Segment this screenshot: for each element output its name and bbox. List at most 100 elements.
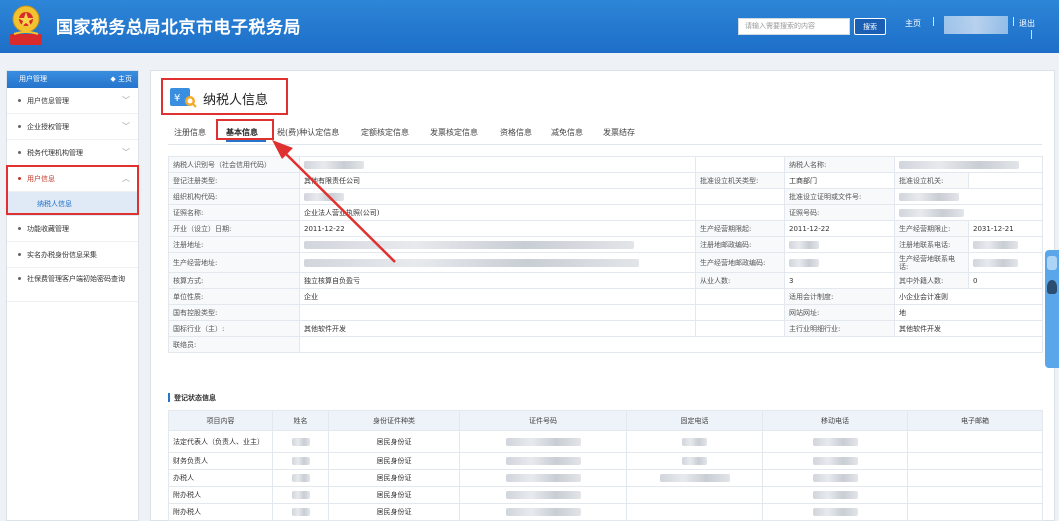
sidebar-header: 用户管理 ◆ 主页 xyxy=(7,71,138,88)
cert-no-value xyxy=(894,204,1043,221)
sidebar-item-enterprise-auth[interactable]: 企业授权管理 ﹀ xyxy=(7,114,138,140)
info-row: 纳税人识别号（社会信用代码） 纳税人名称: xyxy=(168,156,1043,173)
search-button[interactable]: 搜索 xyxy=(854,18,886,35)
bullet-icon xyxy=(18,151,21,154)
nav-separator: | xyxy=(932,17,936,27)
cert-name-label: 证照名称: xyxy=(168,204,300,221)
column-header: 身份证件种类 xyxy=(328,410,460,431)
annotation-highlight-box xyxy=(216,119,274,140)
nav-home-link[interactable]: 主页 xyxy=(905,18,921,29)
user-name-redacted[interactable] xyxy=(944,16,1008,34)
account-value: 独立核算自负盈亏 xyxy=(299,272,696,289)
tab-reduction-info[interactable]: 减免信息 xyxy=(551,127,583,138)
info-row: 国标行业（主）: 其他软件开发 主行业明细行业: 其他软件开发 xyxy=(168,320,1043,337)
tab-invoice-stock[interactable]: 发票结存 xyxy=(603,127,635,138)
taxpayer-id-value xyxy=(299,156,696,173)
tab-qualification-info[interactable]: 资格信息 xyxy=(500,127,532,138)
bullet-icon xyxy=(18,125,21,128)
tab-quota-info[interactable]: 定额核定信息 xyxy=(361,127,409,138)
sidebar-item-agency-manage[interactable]: 税务代理机构管理 ﹀ xyxy=(7,140,138,166)
tab-invoice-approve-info[interactable]: 发票核定信息 xyxy=(430,127,478,138)
column-header: 证件号码 xyxy=(459,410,627,431)
item-cell: 附办税人 xyxy=(168,486,273,504)
reg-phone-value xyxy=(968,236,1043,253)
id-type-cell: 居民身份证 xyxy=(328,469,460,487)
biz-post-value xyxy=(784,252,895,273)
taxpayer-id-label: 纳税人识别号（社会信用代码） xyxy=(168,156,300,173)
section-title: 登记状态信息 xyxy=(174,394,216,402)
bullet-icon xyxy=(18,227,21,230)
bullet-icon xyxy=(18,277,21,280)
cert-name-value: 企业法人营业执照(公司) xyxy=(299,204,696,221)
sidebar: 用户管理 ◆ 主页 用户信息管理 ﹀ 企业授权管理 ﹀ 税务代理机构管理 ﹀ 用… xyxy=(6,70,139,521)
chevron-down-icon: ﹀ xyxy=(122,148,130,157)
sidebar-title: 用户管理 xyxy=(19,75,47,83)
org-code-value xyxy=(299,188,696,205)
biz-addr-value xyxy=(299,252,696,273)
item-cell: 财务负责人 xyxy=(168,452,273,470)
main-detail-label: 主行业明细行业: xyxy=(784,320,895,337)
bullet-icon xyxy=(18,253,21,256)
sidebar-item-user-info-manage[interactable]: 用户信息管理 ﹀ xyxy=(7,88,138,114)
biz-post-label: 生产经营地邮政编码: xyxy=(695,252,785,273)
chevron-down-icon: ﹀ xyxy=(122,96,130,105)
period-end-value: 2031-12-21 xyxy=(968,220,1043,237)
main-detail-value: 其他软件开发 xyxy=(894,320,1043,337)
industry-label: 国标行业（主）: xyxy=(168,320,300,337)
accounting-value: 小企业会计准则 xyxy=(894,288,1043,305)
period-end-label: 生产经营期限止: xyxy=(894,220,969,237)
item-cell: 附办税人 xyxy=(168,503,273,521)
biz-phone-value xyxy=(968,252,1043,273)
taxpayer-name-value xyxy=(894,156,1043,173)
logout-link[interactable]: 退出 xyxy=(1019,18,1035,29)
sidebar-item-identity-collect[interactable]: 实名办税身份信息采集 xyxy=(7,242,138,268)
table-row: 附办税人 居民身份证 xyxy=(168,503,1043,521)
floating-help-tab[interactable] xyxy=(1045,250,1059,368)
sidebar-home-link[interactable]: ◆ 主页 xyxy=(110,71,132,88)
biz-phone-label: 生产经营地联系电话: xyxy=(894,252,969,273)
tab-register-info[interactable]: 注册信息 xyxy=(174,127,206,138)
website-label: 网站网址: xyxy=(784,304,895,321)
svg-text:¥: ¥ xyxy=(174,93,180,104)
column-header: 移动电话 xyxy=(762,410,908,431)
info-row: 国有控股类型: 网站网址: 地 xyxy=(168,304,1043,321)
info-row: 登记注册类型: 其他有限责任公司 批准设立机关类型: 工商部门 批准设立机关: xyxy=(168,172,1043,189)
info-row: 联络员: xyxy=(168,336,1043,353)
sidebar-item-favorites[interactable]: 功能收藏管理 xyxy=(7,216,138,242)
cert-no-label: 证照号码: xyxy=(784,204,895,221)
employees-label: 从业人数: xyxy=(695,272,785,289)
page-title: 纳税人信息 xyxy=(203,93,269,108)
column-header: 项目内容 xyxy=(168,410,273,431)
account-label: 核算方式: xyxy=(168,272,300,289)
info-row: 组织机构代码: 批准设立证明或文件号: xyxy=(168,188,1043,205)
chevron-down-icon: ﹀ xyxy=(122,122,130,131)
search-input[interactable]: 请输入需要搜索的内容 xyxy=(738,18,850,35)
table-header-row: 项目内容 姓名 身份证件种类 证件号码 固定电话 移动电话 电子邮箱 xyxy=(168,410,1043,431)
basic-info-table: 纳税人识别号（社会信用代码） 纳税人名称: 登记注册类型: 其他有限责任公司 批… xyxy=(168,156,1043,353)
annotation-highlight-box xyxy=(6,165,139,215)
item-cell: 法定代表人（负责人、业主） xyxy=(168,430,273,453)
tab-tax-type-info[interactable]: 税(费)种认定信息 xyxy=(277,127,339,138)
nav-separator: | xyxy=(1012,17,1016,27)
employees-value: 3 xyxy=(784,272,895,289)
reg-post-value xyxy=(784,236,895,253)
sidebar-item-label: 功能收藏管理 xyxy=(27,225,69,233)
nav-separator: | xyxy=(1030,30,1034,40)
reg-type-value: 其他有限责任公司 xyxy=(299,172,696,189)
info-row: 单位性质: 企业 适用会计制度: 小企业会计准则 xyxy=(168,288,1043,305)
biz-addr-label: 生产经营地址: xyxy=(168,252,300,273)
state-label: 国有控股类型: xyxy=(168,304,300,321)
open-date-label: 开业（设立）日期: xyxy=(168,220,300,237)
info-row: 核算方式: 独立核算自负盈亏 从业人数: 3 其中外籍人数: 0 xyxy=(168,272,1043,289)
approve-doc-value xyxy=(894,188,1043,205)
foreign-label: 其中外籍人数: xyxy=(894,272,969,289)
unit-label: 单位性质: xyxy=(168,288,300,305)
info-row: 生产经营地址: 生产经营地邮政编码: 生产经营地联系电话: xyxy=(168,252,1043,273)
bullet-icon xyxy=(18,99,21,102)
taxpayer-name-label: 纳税人名称: xyxy=(784,156,895,173)
column-header: 姓名 xyxy=(272,410,329,431)
site-title: 国家税务总局北京市电子税务局 xyxy=(56,18,301,38)
sidebar-item-social-security-password[interactable]: 社保费管理客户端初始密码查询 xyxy=(7,268,138,302)
org-code-label: 组织机构代码: xyxy=(168,188,300,205)
section-marker xyxy=(168,393,170,402)
